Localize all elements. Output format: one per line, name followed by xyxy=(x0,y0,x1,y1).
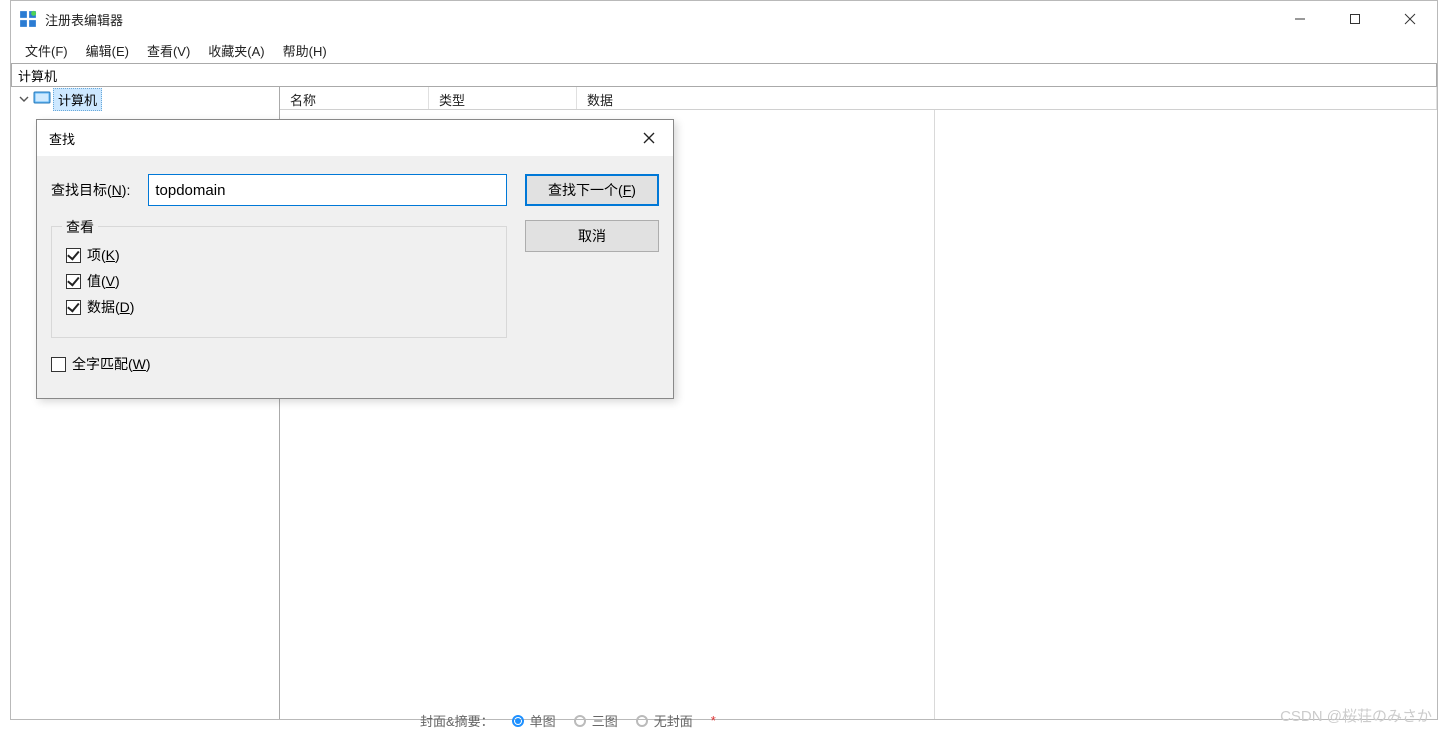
find-target-label: 查找目标(N): xyxy=(51,180,130,200)
dialog-title: 查找 xyxy=(49,129,75,148)
radio-triple-icon xyxy=(574,715,586,727)
watermark: CSDN @桜荘のみさか xyxy=(1280,705,1432,726)
menu-favorites[interactable]: 收藏夹(A) xyxy=(200,38,272,63)
fieldset-legend: 查看 xyxy=(62,217,98,237)
lookat-fieldset: 查看 项(K) 值(V) 数据(D) xyxy=(51,226,507,338)
checkbox-value-label: 值(V) xyxy=(87,271,120,291)
column-name[interactable]: 名称 xyxy=(280,87,429,109)
behind-opt3: 无封面 xyxy=(654,711,693,730)
radio-none-icon xyxy=(636,715,648,727)
checkbox-value[interactable] xyxy=(66,274,81,289)
minimize-button[interactable] xyxy=(1272,1,1327,37)
dialog-titlebar[interactable]: 查找 xyxy=(37,120,673,156)
column-data[interactable]: 数据 xyxy=(577,87,1437,109)
checkbox-data-label: 数据(D) xyxy=(87,297,134,317)
tree-root-label[interactable]: 计算机 xyxy=(53,88,102,111)
find-input[interactable] xyxy=(148,174,507,206)
tree-root-row[interactable]: 计算机 xyxy=(11,89,279,109)
chevron-down-icon[interactable] xyxy=(17,94,31,104)
behind-label: 封面&摘要： xyxy=(420,711,494,730)
checkbox-data[interactable] xyxy=(66,300,81,315)
checkbox-wholeword-label: 全字匹配(W) xyxy=(72,354,151,374)
menu-file[interactable]: 文件(F) xyxy=(17,38,76,63)
checkbox-wholeword[interactable] xyxy=(51,357,66,372)
behind-opt1: 单图 xyxy=(530,711,556,730)
checkbox-key[interactable] xyxy=(66,248,81,263)
menu-view[interactable]: 查看(V) xyxy=(139,38,198,63)
registry-icon xyxy=(19,10,37,28)
maximize-button[interactable] xyxy=(1327,1,1382,37)
behind-opt2: 三图 xyxy=(592,711,618,730)
computer-icon xyxy=(33,91,51,107)
radio-single-icon xyxy=(512,715,524,727)
cancel-button[interactable]: 取消 xyxy=(525,220,659,252)
titlebar: 注册表编辑器 xyxy=(11,1,1437,37)
menu-help[interactable]: 帮助(H) xyxy=(275,38,335,63)
find-dialog: 查找 查找目标(N): 查看 项(K) 值(V) xyxy=(36,119,674,399)
find-next-button[interactable]: 查找下一个(F) xyxy=(525,174,659,206)
required-star: * xyxy=(711,713,716,728)
dialog-body: 查找目标(N): 查看 项(K) 值(V) 数据(D) xyxy=(37,156,673,398)
checkbox-key-label: 项(K) xyxy=(87,245,120,265)
behind-options: 封面&摘要： 单图 三图 无封面 * xyxy=(420,711,716,730)
address-bar[interactable]: 计算机 xyxy=(11,63,1437,87)
list-header: 名称 类型 数据 xyxy=(280,87,1437,110)
close-button[interactable] xyxy=(1382,1,1437,37)
menubar: 文件(F) 编辑(E) 查看(V) 收藏夹(A) 帮助(H) xyxy=(11,37,1437,63)
dialog-close-button[interactable] xyxy=(625,120,673,156)
menu-edit[interactable]: 编辑(E) xyxy=(78,38,137,63)
app-title: 注册表编辑器 xyxy=(45,10,123,29)
column-type[interactable]: 类型 xyxy=(429,87,577,109)
